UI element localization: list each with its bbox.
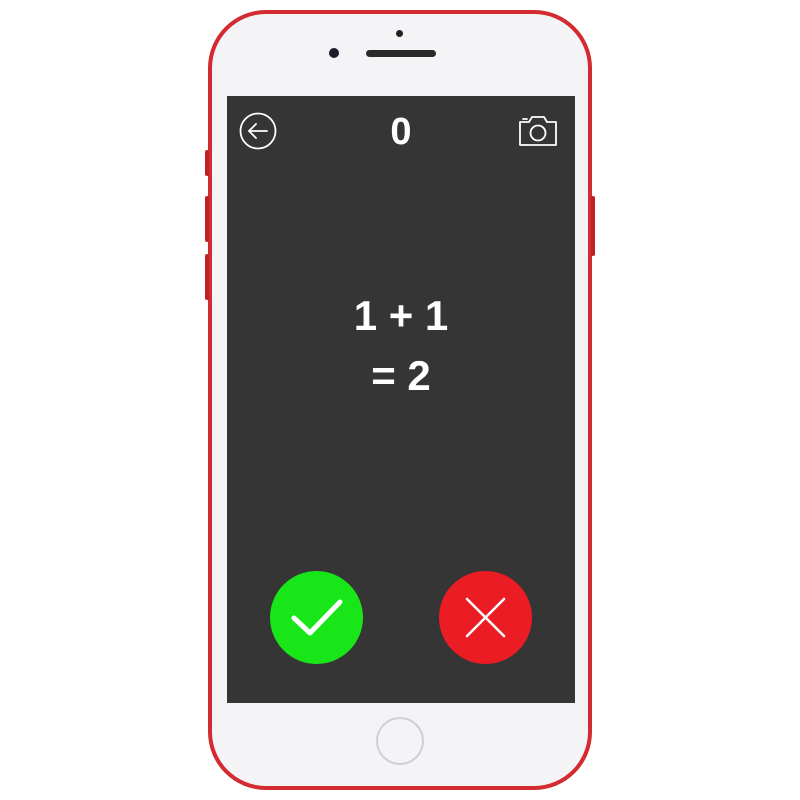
power-button [591, 196, 595, 256]
front-camera [329, 48, 339, 58]
equation-result: = 2 [371, 352, 431, 399]
volume-up-button [205, 196, 209, 242]
home-button[interactable] [376, 717, 424, 765]
equation-expression: 1 + 1 [353, 292, 449, 339]
volume-down-button [205, 254, 209, 300]
screenshot-button[interactable] [517, 114, 559, 148]
mute-switch [205, 150, 209, 176]
proximity-sensor [396, 30, 403, 37]
earpiece-speaker [366, 50, 436, 57]
checkmark-icon [291, 599, 343, 636]
cross-icon [465, 597, 506, 638]
correct-button[interactable] [270, 571, 363, 664]
wrong-button[interactable] [439, 571, 532, 664]
game-screen: 0 1 + 1 = 2 [227, 96, 575, 703]
camera-icon [519, 116, 557, 146]
